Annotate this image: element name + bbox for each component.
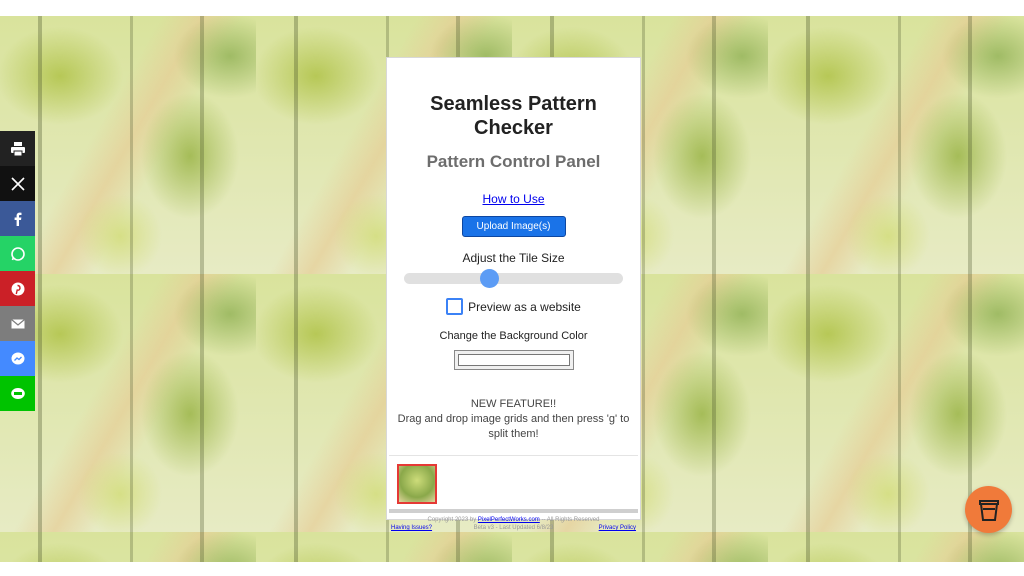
share-bar <box>0 131 35 411</box>
copyright-line: Copyright 2023 by PixelPerfectWorks.com … <box>391 516 636 524</box>
tile-size-slider[interactable] <box>404 269 623 288</box>
new-feature-text: Drag and drop image grids and then press… <box>397 413 630 440</box>
line-icon <box>10 387 25 399</box>
new-feature-heading: NEW FEATURE!! <box>470 398 557 410</box>
messenger-icon <box>11 352 24 364</box>
line-share-button[interactable] <box>0 376 35 411</box>
preview-website-checkbox[interactable] <box>446 298 464 315</box>
tile-size-label: Adjust the Tile Size <box>462 251 565 265</box>
pinterest-share-button[interactable] <box>0 271 35 306</box>
x-logo-icon <box>10 176 25 191</box>
panel-subtitle: Pattern Control Panel <box>426 152 601 171</box>
upload-images-button[interactable]: Upload Image(s) <box>461 216 566 237</box>
whatsapp-share-button[interactable] <box>0 236 35 271</box>
page-title: Seamless Pattern Checker <box>430 93 597 139</box>
messenger-share-button[interactable] <box>0 341 35 376</box>
uploaded-images-list <box>387 456 640 504</box>
pinterest-icon <box>11 282 24 295</box>
preview-website-label[interactable]: Preview as a website <box>468 300 581 314</box>
envelope-icon <box>10 318 25 328</box>
having-issues-link[interactable]: Having Issues? <box>391 524 432 532</box>
facebook-icon <box>14 212 21 226</box>
privacy-policy-link[interactable]: Privacy Policy <box>599 524 636 532</box>
tile-size-slider-thumb[interactable] <box>480 269 499 288</box>
print-share-button[interactable] <box>0 131 35 166</box>
pattern-control-panel: Seamless Pattern Checker Pattern Control… <box>386 57 641 531</box>
how-to-use-link[interactable]: How to Use <box>482 192 544 206</box>
facebook-share-button[interactable] <box>0 201 35 236</box>
coffee-cup-icon <box>978 499 999 521</box>
uploaded-image-thumbnail[interactable] <box>397 464 437 504</box>
footer: Copyright 2023 by PixelPerfectWorks.com … <box>387 513 640 532</box>
new-feature-notice: NEW FEATURE!! Drag and drop image grids … <box>387 397 640 442</box>
support-button[interactable] <box>965 486 1012 533</box>
whatsapp-icon <box>10 246 25 261</box>
background-color-label: Change the Background Color <box>439 330 588 342</box>
x-share-button[interactable] <box>0 166 35 201</box>
background-color-picker[interactable] <box>453 350 574 370</box>
copyright-prefix: Copyright 2023 by <box>427 517 477 523</box>
copyright-suffix: -- All Rights Reserved <box>541 517 600 523</box>
pixelperfectworks-link[interactable]: PixelPerfectWorks.com <box>478 517 540 523</box>
preview-website-option[interactable]: Preview as a website <box>387 298 640 315</box>
print-icon <box>10 141 25 156</box>
email-share-button[interactable] <box>0 306 35 341</box>
background-color-swatch[interactable] <box>457 354 570 366</box>
